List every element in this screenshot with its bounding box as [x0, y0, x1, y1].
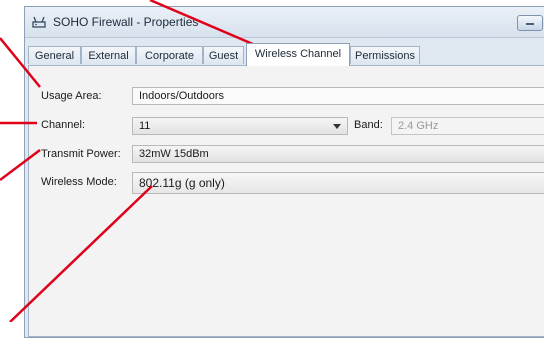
chevron-down-icon[interactable]	[333, 124, 341, 129]
tab-permissions[interactable]: Permissions	[350, 46, 420, 64]
properties-window: SOHO Firewall - Properties General Exter…	[24, 6, 544, 338]
channel-select[interactable]: 11	[132, 117, 348, 135]
tab-general[interactable]: General	[28, 46, 81, 64]
wireless-channel-panel: Usage Area: Indoors/Outdoors Channel: 11…	[28, 65, 544, 337]
wireless-mode-field[interactable]: 802.11g (g only)	[132, 172, 544, 194]
tab-wireless-channel[interactable]: Wireless Channel	[246, 43, 350, 66]
tab-external[interactable]: External	[81, 46, 136, 64]
band-field: 2.4 GHz	[391, 117, 544, 135]
title-bar: SOHO Firewall - Properties	[25, 7, 544, 38]
channel-label: Channel:	[41, 119, 86, 131]
window-title: SOHO Firewall - Properties	[53, 15, 199, 29]
router-icon	[32, 16, 46, 28]
transmit-power-label: Transmit Power:	[41, 148, 121, 160]
channel-value: 11	[139, 120, 151, 132]
tab-corporate[interactable]: Corporate	[136, 46, 203, 64]
minimize-button[interactable]	[517, 15, 543, 31]
usage-area-label: Usage Area:	[41, 90, 102, 102]
wireless-mode-label: Wireless Mode:	[41, 176, 117, 188]
transmit-power-field[interactable]: 32mW 15dBm	[132, 145, 544, 163]
usage-area-field[interactable]: Indoors/Outdoors	[132, 87, 544, 105]
minimize-icon	[526, 23, 534, 25]
tab-guest[interactable]: Guest	[203, 46, 244, 64]
band-label: Band:	[354, 119, 383, 131]
